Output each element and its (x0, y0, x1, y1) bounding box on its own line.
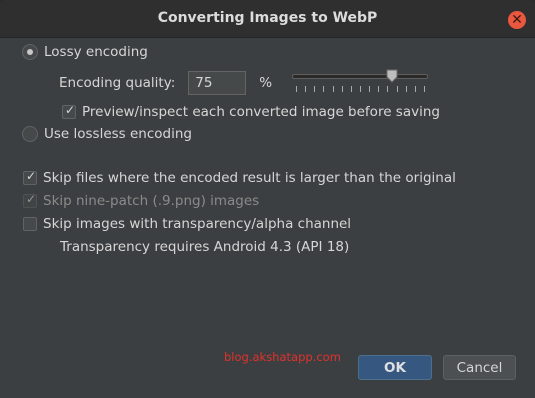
slider-tick (341, 86, 343, 92)
slider-tick (424, 86, 425, 92)
slider-track[interactable] (292, 74, 428, 79)
quality-unit: % (259, 75, 273, 91)
preview-option[interactable]: ✓ Preview/inspect each converted image b… (62, 103, 440, 120)
lossy-encoding-option[interactable]: Lossy encoding (22, 44, 148, 60)
lossy-label: Lossy encoding (44, 44, 148, 60)
transparency-note: Transparency requires Android 4.3 (API 1… (60, 239, 349, 255)
slider-tick (314, 86, 316, 92)
ok-button[interactable]: OK (358, 355, 432, 380)
close-icon[interactable]: ✕ (508, 11, 526, 29)
cancel-button[interactable]: Cancel (443, 355, 516, 380)
lossy-radio[interactable] (22, 44, 38, 60)
skip-transparency-option[interactable]: Skip images with transparency/alpha chan… (23, 216, 351, 232)
lossless-label: Use lossless encoding (44, 126, 192, 142)
lossless-encoding-option[interactable]: Use lossless encoding (22, 126, 192, 142)
slider-tick (296, 86, 297, 92)
slider-tick (369, 86, 371, 92)
check-icon: ✓ (64, 103, 76, 117)
skip-ninepatch-option: ✓ Skip nine-patch (.9.png) images (23, 192, 260, 209)
slider-tick (305, 86, 307, 92)
quality-slider[interactable] (292, 69, 428, 96)
lossless-radio[interactable] (22, 126, 38, 142)
slider-tick (360, 86, 361, 92)
transparency-note-text: Transparency requires Android 4.3 (API 1… (60, 239, 350, 255)
skip-ninepatch-label: Skip nine-patch (.9.png) images (43, 193, 260, 209)
slider-tick (350, 86, 352, 92)
skip-ninepatch-checkbox: ✓ (23, 192, 37, 208)
slider-thumb[interactable] (386, 69, 398, 83)
slider-tick (387, 86, 389, 92)
quality-row: Encoding quality: % (59, 71, 272, 95)
slider-tick (414, 86, 416, 92)
slider-tick (332, 86, 334, 92)
preview-checkbox[interactable]: ✓ (62, 103, 76, 119)
check-icon: ✓ (25, 169, 37, 183)
preview-label: Preview/inspect each converted image bef… (82, 104, 440, 120)
slider-tick (396, 86, 398, 92)
quality-label: Encoding quality: (59, 75, 176, 91)
dialog-title: Converting Images to WebP (157, 10, 378, 26)
watermark-text: blog.akshatapp.com (224, 350, 341, 364)
slider-tick (378, 86, 380, 92)
slider-tick (323, 86, 325, 92)
quality-input[interactable] (188, 71, 247, 95)
webp-conversion-dialog: Converting Images to WebP ✕ Lossy encodi… (0, 0, 535, 398)
check-icon: ✓ (25, 192, 37, 206)
skip-transparency-label: Skip images with transparency/alpha chan… (43, 216, 352, 232)
skip-larger-option[interactable]: ✓ Skip files where the encoded result is… (23, 169, 456, 186)
slider-tick (405, 86, 407, 92)
title-bar: Converting Images to WebP ✕ (0, 0, 535, 38)
skip-transparency-checkbox[interactable] (23, 217, 37, 231)
skip-larger-checkbox[interactable]: ✓ (23, 169, 37, 185)
skip-larger-label: Skip files where the encoded result is l… (43, 170, 456, 186)
